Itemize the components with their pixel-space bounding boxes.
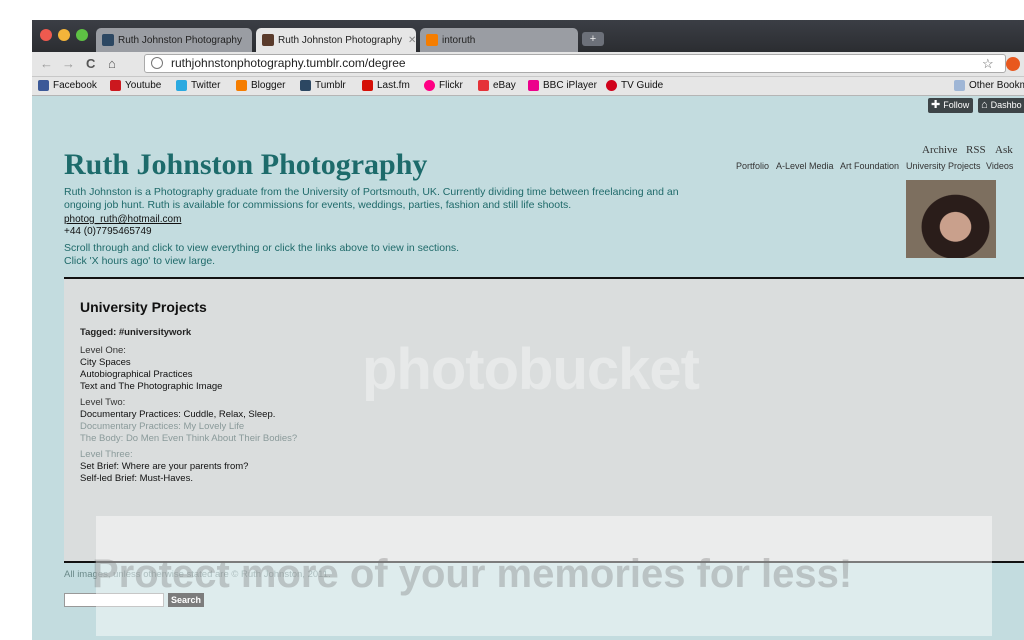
tab-intoruth[interactable]: intoruth	[420, 28, 578, 52]
facebook-icon	[38, 80, 49, 91]
scroll-hint-line-2: Click 'X hours ago' to view large.	[64, 254, 216, 267]
nav-a-level-media[interactable]: A-Level Media	[776, 161, 834, 171]
tab-ruth-johnston-2[interactable]: Ruth Johnston Photography ✕	[256, 28, 416, 52]
flickr-icon	[424, 80, 435, 91]
plus-icon: ✚	[931, 99, 941, 111]
tab-label: intoruth	[442, 34, 476, 46]
project-link[interactable]: The Body: Do Men Even Think About Their …	[80, 433, 297, 445]
rss-link[interactable]: RSS	[966, 144, 986, 156]
level-one-label: Level One:	[80, 345, 126, 356]
bookmark-label: Flickr	[439, 80, 463, 91]
nav-videos[interactable]: Videos	[986, 161, 1013, 171]
bookmark-youtube[interactable]: Youtube	[110, 80, 161, 91]
project-link[interactable]: City Spaces	[80, 357, 131, 369]
project-link[interactable]: Set Brief: Where are your parents from?	[80, 461, 248, 473]
iplayer-icon	[528, 80, 539, 91]
bookmark-star-icon[interactable]: ☆	[982, 56, 994, 72]
blogger-icon	[426, 34, 438, 46]
nav-portfolio[interactable]: Portfolio	[736, 161, 769, 171]
bookmark-lastfm[interactable]: Last.fm	[362, 80, 410, 91]
home-icon[interactable]: ⌂	[108, 56, 116, 72]
watermark-logo: photobucket	[362, 337, 700, 402]
ebay-icon	[478, 80, 489, 91]
bookmarks-bar: Facebook Youtube Twitter Blogger Tumblr …	[32, 77, 1024, 96]
dashboard-button[interactable]: ⌂ Dashbo	[978, 98, 1024, 113]
new-tab-button[interactable]: +	[582, 32, 604, 46]
follow-label: Follow	[943, 100, 970, 110]
project-link[interactable]: Documentary Practices: Cuddle, Relax, Sl…	[80, 409, 275, 421]
bookmark-label: Youtube	[125, 80, 162, 91]
project-link[interactable]: Text and The Photographic Image	[80, 381, 222, 393]
project-link[interactable]: Self-led Brief: Must-Haves.	[80, 473, 193, 485]
tab-ruth-johnston-1[interactable]: Ruth Johnston Photography	[96, 28, 252, 52]
bookmark-bbc-iplayer[interactable]: BBC iPlayer	[528, 80, 597, 91]
tab-label: Ruth Johnston Photography	[118, 34, 242, 46]
twitter-icon	[176, 80, 187, 91]
youtube-icon	[110, 80, 121, 91]
bookmark-tumblr[interactable]: Tumblr	[300, 80, 346, 91]
forward-icon[interactable]: →	[62, 56, 75, 72]
heart-icon	[606, 80, 617, 91]
bookmark-label: BBC iPlayer	[543, 80, 597, 91]
tab-label: Ruth Johnston Photography	[278, 34, 402, 46]
extension-icon[interactable]	[1006, 57, 1020, 71]
close-tab-icon[interactable]: ✕	[402, 35, 416, 46]
watermark-text: Protect more of your memories for less!	[92, 552, 853, 596]
globe-icon	[151, 57, 163, 69]
post-heading: University Projects	[80, 299, 207, 315]
blog-title[interactable]: Ruth Johnston Photography	[64, 148, 427, 182]
email-link[interactable]: photog_ruth@hotmail.com	[64, 214, 181, 225]
avatar-icon	[262, 34, 274, 46]
follow-button[interactable]: ✚ Follow	[928, 98, 974, 113]
bookmark-label: Tumblr	[315, 80, 346, 91]
post-tags[interactable]: Tagged: #universitywork	[80, 327, 191, 338]
lastfm-icon	[362, 80, 373, 91]
bookmark-label: Facebook	[53, 80, 97, 91]
bookmark-label: Last.fm	[377, 80, 410, 91]
scroll-hint: Scroll through and click to view everyth…	[64, 242, 664, 267]
blogger-icon	[236, 80, 247, 91]
reload-icon[interactable]: C	[86, 56, 95, 72]
maximize-window-icon[interactable]	[76, 29, 88, 41]
bookmark-label: TV Guide	[621, 80, 664, 91]
nav-art-foundation[interactable]: Art Foundation	[840, 161, 899, 171]
nav-university-projects[interactable]: University Projects	[906, 161, 981, 171]
bookmark-flickr[interactable]: Flickr	[424, 80, 463, 91]
page-content: ✚ Follow ⌂ Dashbo Ruth Johnston Photograph…	[32, 96, 1024, 640]
blog-description: Ruth Johnston is a Photography graduate …	[64, 186, 679, 211]
level-two-label: Level Two:	[80, 397, 126, 408]
other-bookmarks[interactable]: Other Bookm	[954, 80, 1024, 91]
bookmark-label: Twitter	[191, 80, 221, 91]
dashboard-label: Dashbo	[990, 100, 1022, 110]
scroll-hint-line-1: Scroll through and click to view everyth…	[64, 242, 460, 254]
browser-window: Ruth Johnston Photography Ruth Johnston …	[32, 20, 1024, 640]
project-link[interactable]: Documentary Practices: My Lovely Life	[80, 421, 244, 433]
toolbar: ← → C ⌂ ruthjohnstonphotography.tumblr.c…	[32, 52, 1024, 77]
project-link[interactable]: Autobiographical Practices	[80, 369, 192, 381]
level-three-label: Level Three:	[80, 449, 133, 460]
bookmark-twitter[interactable]: Twitter	[176, 80, 220, 91]
close-window-icon[interactable]	[40, 29, 52, 41]
archive-link[interactable]: Archive	[922, 144, 957, 156]
tumblr-icon	[300, 80, 311, 91]
phone-number: +44 (0)7795465749	[64, 226, 152, 237]
back-icon[interactable]: ←	[40, 56, 53, 72]
bookmark-tv-guide[interactable]: TV Guide	[606, 80, 663, 91]
tab-strip: Ruth Johnston Photography Ruth Johnston …	[32, 20, 1024, 52]
bookmark-label: eBay	[493, 80, 516, 91]
tumblr-icon	[102, 34, 114, 46]
home-icon: ⌂	[981, 99, 988, 111]
bookmark-blogger[interactable]: Blogger	[236, 80, 285, 91]
bookmark-facebook[interactable]: Facebook	[38, 80, 97, 91]
profile-photo	[906, 180, 996, 258]
folder-icon	[954, 80, 965, 91]
url-text: ruthjohnstonphotography.tumblr.com/degre…	[171, 56, 406, 70]
bookmark-ebay[interactable]: eBay	[478, 80, 516, 91]
minimize-window-icon[interactable]	[58, 29, 70, 41]
ask-link[interactable]: Ask	[995, 144, 1013, 156]
address-bar[interactable]: ruthjohnstonphotography.tumblr.com/degre…	[144, 54, 1006, 73]
bookmark-label: Blogger	[251, 80, 286, 91]
bookmark-label: Other Bookm	[969, 80, 1024, 91]
